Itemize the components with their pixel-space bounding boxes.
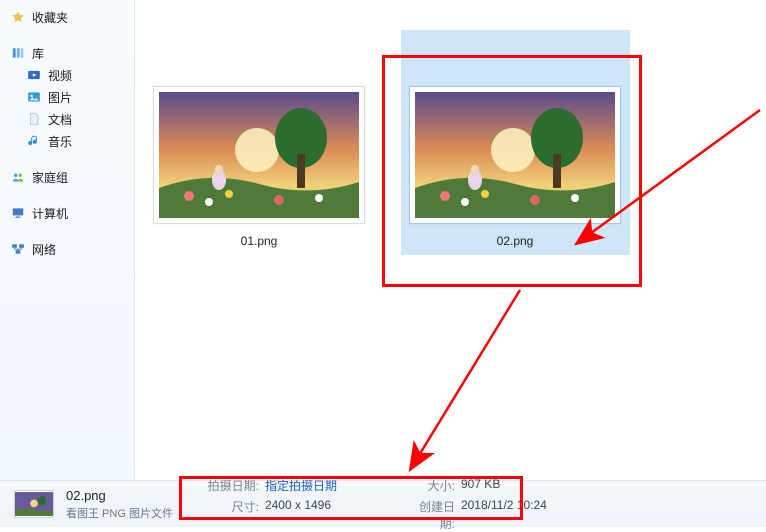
file-thumbnail-icon [415, 92, 615, 218]
status-key: 拍摄日期: [201, 477, 265, 494]
computer-icon [10, 205, 26, 221]
sidebar-label: 计算机 [32, 205, 68, 222]
sidebar-item-favorites[interactable]: 收藏夹 [0, 6, 134, 28]
sidebar-label: 网络 [32, 241, 56, 258]
sidebar-item-videos[interactable]: 视频 [0, 64, 134, 86]
document-icon [26, 111, 42, 127]
file-item-selected[interactable]: 02.png [409, 86, 621, 248]
sidebar-item-pictures[interactable]: 图片 [0, 86, 134, 108]
library-icon [10, 45, 26, 61]
status-value-shotdate[interactable]: 指定拍摄日期 [265, 477, 405, 494]
sidebar-label: 文档 [48, 111, 72, 128]
file-thumbnail-icon [15, 492, 53, 516]
status-thumbnail [14, 490, 54, 518]
status-key: 创建日期: [405, 498, 461, 532]
network-icon [10, 241, 26, 257]
star-icon [10, 9, 26, 25]
sidebar-nav: 收藏夹 库 视频 图片 文档 [0, 0, 135, 527]
sidebar-label: 音乐 [48, 133, 72, 150]
sidebar-item-computer[interactable]: 计算机 [0, 202, 134, 224]
sidebar-label: 收藏夹 [32, 9, 68, 26]
file-thumbnail-icon [159, 92, 359, 218]
status-filename: 02.png [66, 488, 173, 503]
status-filetype: 看图王 PNG 图片文件 [66, 505, 173, 521]
sidebar-label: 图片 [48, 89, 72, 106]
status-key: 大小: [405, 477, 461, 494]
picture-icon [26, 89, 42, 105]
file-label: 01.png [153, 234, 365, 248]
sidebar-label: 家庭组 [32, 169, 68, 186]
sidebar-item-homegroup[interactable]: 家庭组 [0, 166, 134, 188]
sidebar-item-documents[interactable]: 文档 [0, 108, 134, 130]
sidebar-label: 视频 [48, 67, 72, 84]
file-item[interactable]: 01.png [153, 86, 365, 248]
homegroup-icon [10, 169, 26, 185]
music-icon [26, 133, 42, 149]
sidebar-item-music[interactable]: 音乐 [0, 130, 134, 152]
video-icon [26, 67, 42, 83]
sidebar-item-network[interactable]: 网络 [0, 238, 134, 260]
content-pane[interactable]: 01.png 02.png [135, 0, 766, 527]
file-label: 02.png [409, 234, 621, 248]
status-value-dims: 2400 x 1496 [265, 498, 405, 532]
status-key: 尺寸: [201, 498, 265, 532]
sidebar-label: 库 [32, 45, 44, 62]
sidebar-item-libraries[interactable]: 库 [0, 42, 134, 64]
status-bar: 02.png 看图王 PNG 图片文件 拍摄日期: 指定拍摄日期 大小: 907… [0, 480, 766, 527]
status-value-size: 907 KB [461, 477, 611, 494]
status-value-created: 2018/11/2 10:24 [461, 498, 611, 532]
